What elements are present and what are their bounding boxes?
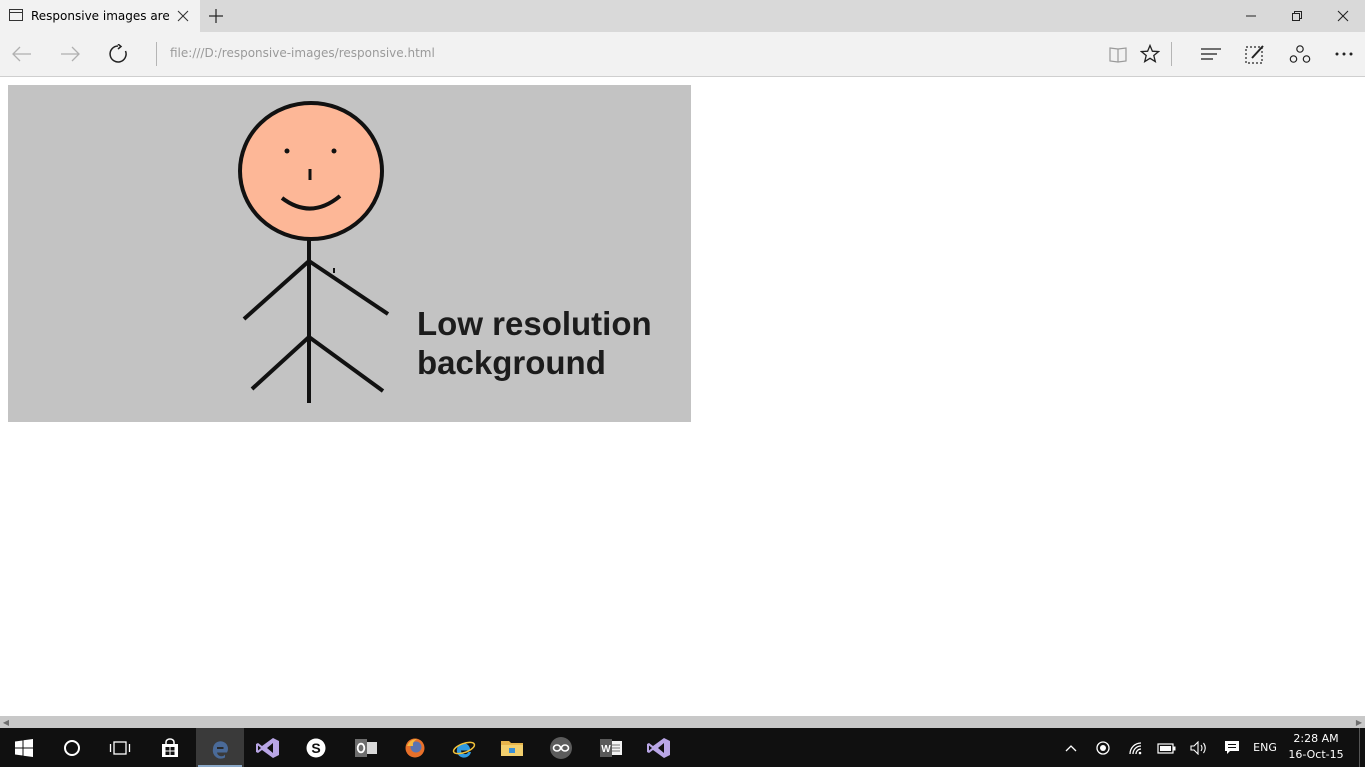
title-bar: Responsive images are f <box>0 0 1365 32</box>
taskbar-skype[interactable]: S <box>292 728 340 767</box>
right-arm <box>307 259 390 316</box>
browser-window: Responsive images are f file:///D:/respo… <box>0 0 1365 767</box>
visual-studio-icon <box>256 737 279 758</box>
restore-icon <box>1292 11 1302 21</box>
taskbar-arduino[interactable] <box>537 728 585 767</box>
restore-button[interactable] <box>1274 0 1320 32</box>
taskbar-firefox[interactable] <box>391 728 439 767</box>
action-center-button[interactable] <box>1220 728 1244 767</box>
svg-text:W: W <box>601 744 611 755</box>
web-note-icon <box>1245 45 1264 64</box>
hero-caption: Low resolution background <box>417 304 687 382</box>
browser-tab[interactable]: Responsive images are f <box>0 0 200 32</box>
page-content: Low resolution background <box>0 77 1365 716</box>
address-separator <box>156 42 157 66</box>
more-button[interactable] <box>1322 32 1365 76</box>
tab-title: Responsive images are f <box>31 9 169 23</box>
show-desktop-button[interactable] <box>1359 728 1365 767</box>
windows-start-icon <box>15 738 33 757</box>
taskbar-visual-studio-1[interactable] <box>244 728 292 767</box>
share-icon <box>1289 45 1311 63</box>
hub-button[interactable] <box>1189 32 1233 76</box>
taskbar-edge[interactable] <box>196 728 244 767</box>
reading-view-icon <box>1109 47 1127 63</box>
forward-arrow-icon <box>61 46 80 62</box>
address-bar[interactable]: file:///D:/responsive-images/responsive.… <box>170 46 770 64</box>
skype-icon: S <box>306 738 326 757</box>
task-view-button[interactable] <box>96 728 144 767</box>
low-resolution-background: Low resolution background <box>8 85 691 422</box>
horizontal-scrollbar[interactable]: ◀ ▶ <box>0 716 1365 728</box>
chevron-up-icon <box>1065 744 1077 751</box>
taskbar-visual-studio-2[interactable] <box>635 728 683 767</box>
network-button[interactable] <box>1125 728 1147 767</box>
favorite-button[interactable] <box>1128 32 1172 76</box>
taskbar-word[interactable]: W <box>587 728 635 767</box>
scroll-right-icon[interactable]: ▶ <box>1353 716 1365 728</box>
start-button[interactable] <box>0 728 48 767</box>
record-tray-button[interactable] <box>1092 728 1114 767</box>
taskbar-outlook[interactable] <box>342 728 390 767</box>
close-window-icon <box>1337 10 1349 22</box>
new-tab-icon[interactable] <box>208 8 224 24</box>
back-button[interactable] <box>0 32 44 76</box>
right-leg <box>307 335 385 393</box>
hero-caption-line-1: Low resolution <box>417 305 652 342</box>
left-eye <box>284 148 290 154</box>
volume-button[interactable] <box>1187 728 1211 767</box>
refresh-button[interactable] <box>96 32 140 76</box>
taskbar-clock[interactable]: 2:28 AM 16-Oct-15 <box>1288 731 1344 763</box>
task-view-icon <box>109 740 131 755</box>
word-icon: W <box>600 738 622 757</box>
scroll-left-icon[interactable]: ◀ <box>0 716 12 728</box>
taskbar-internet-explorer[interactable] <box>440 728 488 767</box>
wifi-icon <box>1129 741 1142 754</box>
battery-button[interactable] <box>1155 728 1179 767</box>
share-button[interactable] <box>1278 32 1322 76</box>
hub-icon <box>1201 48 1221 60</box>
clock-date: 16-Oct-15 <box>1288 748 1344 761</box>
web-note-button[interactable] <box>1233 32 1277 76</box>
internet-explorer-icon <box>452 741 476 758</box>
visual-studio-icon <box>647 737 670 758</box>
cortana-icon <box>64 739 80 756</box>
forward-button[interactable] <box>48 32 92 76</box>
file-explorer-icon <box>501 740 523 756</box>
outlook-icon <box>355 738 377 757</box>
left-leg <box>250 335 311 391</box>
windows-taskbar: S W ENG 2:28 AM 16-Oct-15 <box>0 728 1365 767</box>
more-icon <box>1335 52 1353 56</box>
close-tab-icon[interactable] <box>176 9 190 23</box>
store-icon <box>162 737 178 757</box>
right-eye <box>331 148 337 154</box>
hero-caption-line-2: background <box>417 344 606 381</box>
favorite-star-icon <box>1140 44 1160 63</box>
record-icon <box>1096 740 1110 755</box>
edge-icon <box>212 740 228 759</box>
firefox-icon <box>405 738 425 757</box>
refresh-icon <box>109 44 127 63</box>
battery-icon <box>1157 742 1176 754</box>
close-window-button[interactable] <box>1320 0 1365 32</box>
volume-icon <box>1190 740 1206 755</box>
svg-text:S: S <box>311 740 320 756</box>
back-arrow-icon <box>12 46 31 62</box>
tab-page-icon <box>9 9 23 21</box>
cortana-button[interactable] <box>48 728 96 767</box>
input-language[interactable]: ENG <box>1248 728 1282 767</box>
clock-time: 2:28 AM <box>1293 732 1339 745</box>
minimize-icon <box>1246 15 1256 17</box>
navigation-bar: file:///D:/responsive-images/responsive.… <box>0 32 1365 77</box>
action-center-icon <box>1225 741 1239 754</box>
left-arm <box>242 259 311 321</box>
arduino-icon <box>550 736 572 759</box>
taskbar-store[interactable] <box>146 728 194 767</box>
minimize-button[interactable] <box>1228 0 1274 32</box>
show-hidden-icons-button[interactable] <box>1060 728 1082 767</box>
taskbar-file-explorer[interactable] <box>488 728 536 767</box>
toolbar-separator <box>1171 42 1172 66</box>
